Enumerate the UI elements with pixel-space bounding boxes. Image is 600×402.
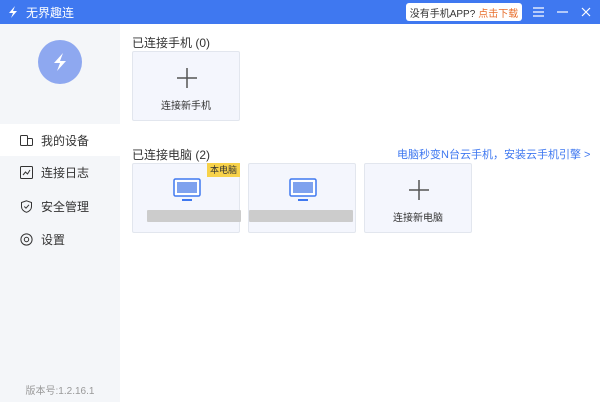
- connect-new-computer-button[interactable]: 连接新电脑: [364, 163, 472, 233]
- sidebar-item-my-devices[interactable]: 我的设备: [0, 124, 120, 156]
- computer-card[interactable]: [248, 163, 356, 233]
- avatar[interactable]: [38, 40, 82, 84]
- monitor-icon: [173, 178, 201, 201]
- app-title: 无界趣连: [26, 5, 75, 20]
- settings-icon: [20, 232, 33, 246]
- download-app-button[interactable]: 没有手机APP? 点击下载: [406, 3, 522, 21]
- computer-name-redacted: [147, 210, 241, 222]
- shield-icon: [21, 199, 32, 213]
- connected-phones-title: 已连接手机 (0): [132, 36, 211, 50]
- close-icon[interactable]: [576, 0, 596, 24]
- connected-computers-title: 已连接电脑 (2): [132, 148, 211, 162]
- promo-text: 没有手机APP?: [409, 8, 476, 20]
- sidebar-item-label: 设置: [41, 232, 66, 247]
- sidebar-item-label: 安全管理: [41, 199, 90, 214]
- this-computer-badge: 本电脑: [206, 163, 240, 177]
- version-label: 版本号:1.2.16.1: [25, 386, 95, 397]
- sidebar: 我的设备 连接日志 安全管理 设置 版本号:1.2.16.1: [0, 24, 120, 402]
- app-logo-icon: [9, 6, 17, 18]
- log-icon: [20, 165, 33, 179]
- menu-icon[interactable]: [528, 0, 548, 24]
- sidebar-item-security[interactable]: 安全管理: [0, 190, 120, 222]
- plus-icon: [409, 180, 429, 200]
- sidebar-item-settings[interactable]: 设置: [0, 223, 120, 255]
- sidebar-item-label: 我的设备: [41, 133, 90, 148]
- sidebar-item-connection-log[interactable]: 连接日志: [0, 156, 120, 188]
- title-bar: 无界趣连 没有手机APP? 点击下载: [0, 0, 600, 24]
- minimize-icon[interactable]: [552, 0, 572, 24]
- connect-new-phone-button[interactable]: 连接新手机: [132, 51, 240, 121]
- devices-icon: [20, 134, 33, 146]
- computer-card[interactable]: 本电脑: [132, 163, 241, 233]
- plus-icon: [177, 68, 197, 88]
- download-link[interactable]: 点击下载: [478, 5, 518, 20]
- computer-name-redacted: [249, 210, 353, 222]
- sidebar-item-label: 连接日志: [41, 165, 90, 180]
- app-logo-icon: [54, 53, 66, 71]
- connect-new-phone-label: 连接新手机: [161, 101, 211, 112]
- monitor-icon: [289, 178, 317, 201]
- install-cloud-engine-link[interactable]: 电脑秒变N台云手机，安装云手机引擎 >: [397, 146, 590, 162]
- connect-new-computer-label: 连接新电脑: [393, 213, 443, 224]
